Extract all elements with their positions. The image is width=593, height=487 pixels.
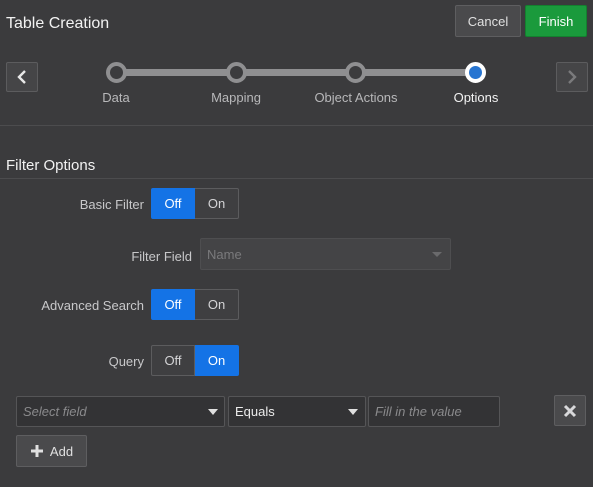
train-label-mapping[interactable]: Mapping bbox=[176, 90, 296, 105]
finish-button[interactable]: Finish bbox=[525, 5, 587, 37]
query-on[interactable]: On bbox=[195, 345, 239, 376]
basic-filter-toggle: Off On bbox=[151, 188, 239, 219]
train-label-options[interactable]: Options bbox=[416, 90, 536, 105]
train-connector bbox=[116, 69, 476, 76]
chevron-down-icon bbox=[348, 409, 358, 415]
previous-step-button[interactable] bbox=[6, 62, 38, 92]
chevron-down-icon bbox=[208, 409, 218, 415]
filter-field-label: Filter Field bbox=[131, 249, 192, 264]
chevron-down-icon bbox=[432, 252, 442, 257]
value-placeholder: Fill in the value bbox=[375, 404, 462, 419]
query-field-select[interactable]: Select field bbox=[16, 396, 225, 427]
chevron-right-icon bbox=[568, 70, 577, 84]
query-toggle: Off On bbox=[151, 345, 239, 376]
plus-icon bbox=[30, 445, 43, 457]
train-stop-data[interactable] bbox=[106, 62, 127, 83]
header-divider bbox=[0, 125, 593, 126]
train-label-data[interactable]: Data bbox=[56, 90, 176, 105]
filter-field-value: Name bbox=[207, 246, 242, 262]
advanced-search-toggle: Off On bbox=[151, 289, 239, 320]
remove-condition-button[interactable] bbox=[554, 395, 586, 426]
operator-select[interactable]: Equals bbox=[228, 396, 366, 427]
section-title: Filter Options bbox=[6, 157, 96, 174]
add-label: Add bbox=[49, 443, 74, 459]
section-divider bbox=[0, 178, 593, 179]
basic-filter-on[interactable]: On bbox=[195, 188, 239, 219]
train-stop-options[interactable] bbox=[465, 62, 486, 83]
query-off[interactable]: Off bbox=[151, 345, 195, 376]
close-icon bbox=[563, 404, 577, 417]
query-label: Query bbox=[108, 354, 144, 369]
train-stop-object-actions[interactable] bbox=[345, 62, 366, 83]
advanced-search-label: Advanced Search bbox=[41, 298, 144, 313]
filter-field-select: Name bbox=[200, 238, 451, 270]
advanced-search-on[interactable]: On bbox=[195, 289, 239, 320]
cancel-button[interactable]: Cancel bbox=[455, 5, 521, 37]
basic-filter-label: Basic Filter bbox=[79, 197, 144, 212]
next-step-button[interactable] bbox=[556, 62, 588, 92]
page-title: Table Creation bbox=[6, 15, 110, 32]
advanced-search-off[interactable]: Off bbox=[151, 289, 195, 320]
value-input[interactable]: Fill in the value bbox=[368, 396, 500, 427]
chevron-left-icon bbox=[17, 70, 26, 84]
train-stop-mapping[interactable] bbox=[226, 62, 247, 83]
add-condition-button[interactable]: Add bbox=[16, 435, 87, 467]
train-label-object-actions[interactable]: Object Actions bbox=[296, 90, 416, 105]
query-field-placeholder: Select field bbox=[23, 404, 87, 419]
operator-value: Equals bbox=[235, 404, 275, 419]
basic-filter-off[interactable]: Off bbox=[151, 188, 195, 219]
